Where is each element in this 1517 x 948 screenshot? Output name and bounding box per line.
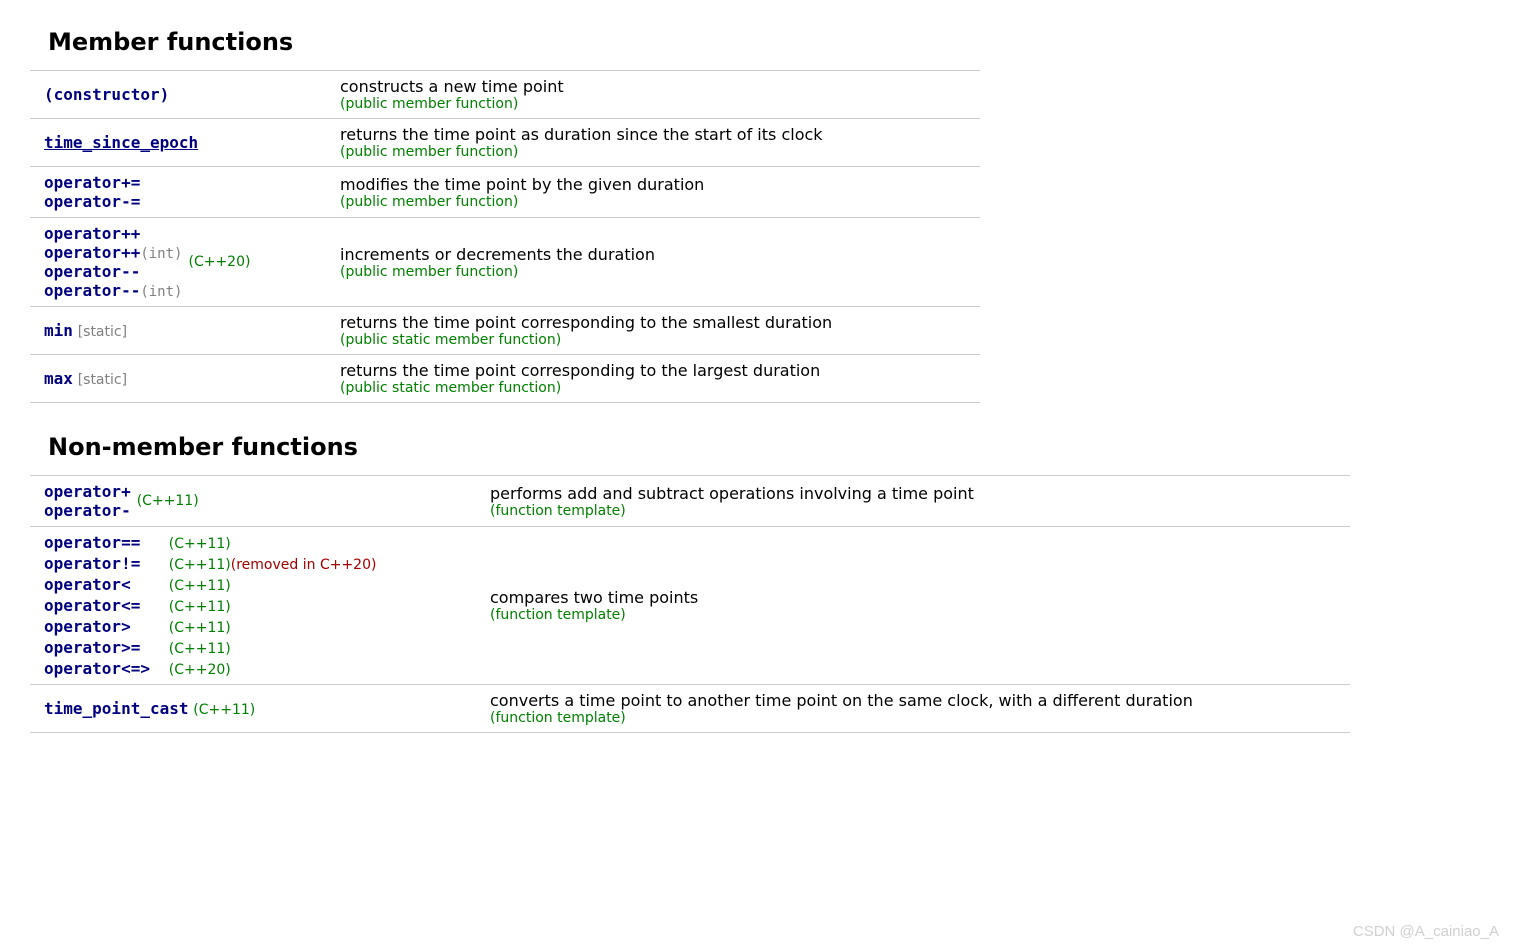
description: compares two time points — [490, 588, 1342, 607]
member-functions-heading: Member functions — [48, 28, 1487, 56]
table-row: operator== (C++11) operator!= (C++11)(re… — [30, 527, 1350, 685]
kind-label: (public static member function) — [340, 332, 972, 348]
op-minus-link[interactable]: operator- — [44, 501, 131, 520]
static-tag: [static] — [78, 372, 127, 388]
op-pp-int-link[interactable]: operator++ — [44, 243, 140, 262]
op-gt-link[interactable]: operator> — [44, 617, 164, 636]
table-row: time_since_epoch returns the time point … — [30, 119, 980, 167]
int-suffix: (int) — [140, 284, 182, 300]
kind-label: (function template) — [490, 503, 1342, 519]
time-point-cast-link[interactable]: time_point_cast — [44, 699, 189, 718]
table-row: time_point_cast (C++11) converts a time … — [30, 685, 1350, 733]
nonmember-functions-heading: Non-member functions — [48, 433, 1487, 461]
version-mark: (C++11) — [169, 536, 231, 552]
version-mark: (C++20) — [169, 662, 231, 678]
op-plus-link[interactable]: operator+ — [44, 482, 131, 501]
min-link[interactable]: min — [44, 321, 73, 340]
table-row: operator+= operator-= modifies the time … — [30, 167, 980, 218]
kind-label: (public member function) — [340, 264, 972, 280]
version-mark: (C++11) — [169, 620, 231, 636]
constructor-link[interactable]: (constructor) — [44, 85, 169, 104]
kind-label: (public member function) — [340, 96, 972, 112]
nonmember-functions-table: operator+ operator- (C++11) performs add… — [30, 475, 1350, 733]
version-mark: (C++11) — [193, 702, 255, 718]
op-pp-link[interactable]: operator++ — [44, 224, 140, 243]
version-mark: (C++20) — [188, 254, 250, 270]
op-mm-link[interactable]: operator-- — [44, 262, 140, 281]
op-minus-eq-link[interactable]: operator-= — [44, 192, 140, 211]
removed-mark: (removed in C++20) — [231, 557, 377, 573]
kind-label: (public member function) — [340, 194, 972, 210]
description: returns the time point corresponding to … — [340, 361, 972, 380]
kind-label: (function template) — [490, 607, 1342, 623]
version-mark: (C++11) — [137, 493, 199, 509]
op-eq-link[interactable]: operator== — [44, 533, 164, 552]
version-mark: (C++11) — [169, 578, 231, 594]
table-row: max [static] returns the time point corr… — [30, 355, 980, 403]
member-functions-table: (constructor) constructs a new time poin… — [30, 70, 980, 403]
op-ne-link[interactable]: operator!= — [44, 554, 164, 573]
version-mark: (C++11) — [169, 557, 231, 573]
op-ge-link[interactable]: operator>= — [44, 638, 164, 657]
description: performs add and subtract operations inv… — [490, 484, 1342, 503]
description: modifies the time point by the given dur… — [340, 175, 972, 194]
kind-label: (public member function) — [340, 144, 972, 160]
time-since-epoch-link[interactable]: time_since_epoch — [44, 133, 198, 152]
static-tag: [static] — [78, 324, 127, 340]
int-suffix: (int) — [140, 246, 182, 262]
op-le-link[interactable]: operator<= — [44, 596, 164, 615]
watermark: CSDN @A_cainiao_A — [1353, 923, 1499, 940]
version-mark: (C++11) — [169, 641, 231, 657]
kind-label: (function template) — [490, 710, 1342, 726]
version-mark: (C++11) — [169, 599, 231, 615]
op-lt-link[interactable]: operator< — [44, 575, 164, 594]
op-plus-eq-link[interactable]: operator+= — [44, 173, 140, 192]
description: increments or decrements the duration — [340, 245, 972, 264]
table-row: operator+ operator- (C++11) performs add… — [30, 476, 1350, 527]
description: constructs a new time point — [340, 77, 972, 96]
table-row: (constructor) constructs a new time poin… — [30, 71, 980, 119]
description: returns the time point corresponding to … — [340, 313, 972, 332]
description: converts a time point to another time po… — [490, 691, 1342, 710]
op-spaceship-link[interactable]: operator<=> — [44, 659, 164, 678]
max-link[interactable]: max — [44, 369, 73, 388]
table-row: operator++ operator++(int) operator-- op… — [30, 218, 980, 307]
op-mm-int-link[interactable]: operator-- — [44, 281, 140, 300]
description: returns the time point as duration since… — [340, 125, 972, 144]
table-row: min [static] returns the time point corr… — [30, 307, 980, 355]
kind-label: (public static member function) — [340, 380, 972, 396]
